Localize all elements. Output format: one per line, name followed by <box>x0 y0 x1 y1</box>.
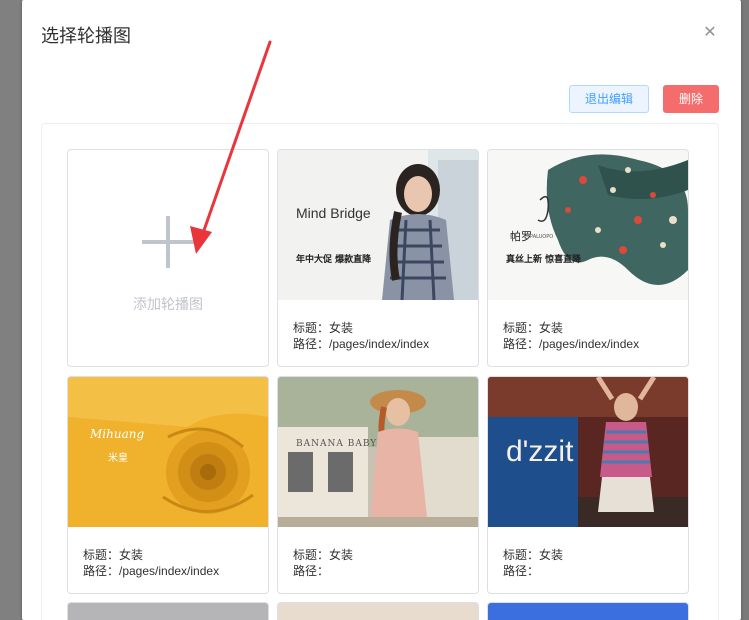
select-carousel-dialog: 选择轮播图 ✕ 退出编辑 删除 添加轮播图 Mind Bridge 年中大促 爆… <box>22 0 741 620</box>
close-icon[interactable]: ✕ <box>702 24 718 40</box>
add-carousel-card[interactable]: 添加轮播图 <box>67 149 269 367</box>
carousel-image: Mihuang 米皇 <box>68 377 268 527</box>
card-meta: 标题：女装 路径： <box>293 547 353 579</box>
brand-text: d'zzit <box>506 435 574 468</box>
carousel-card[interactable]: d'zzit 标题：女装 路径： <box>487 376 689 594</box>
card-path: 路径：/pages/index/index <box>293 337 430 351</box>
card-path: 路径：/pages/index/index <box>503 337 640 351</box>
card-title: 标题：女装 <box>293 321 354 335</box>
carousel-card[interactable]: 帕罗 PALUOPO 真丝上新 惊喜直降 标题：女装 路径：/pages/ind… <box>487 149 689 367</box>
dialog-title: 选择轮播图 <box>41 26 131 47</box>
brand-subtext: PALUOPO <box>530 234 554 240</box>
carousel-image: BANANA BABY <box>278 377 478 527</box>
carousel-card[interactable]: Mind Bridge 年中大促 爆款直降 标题：女装 路径：/pages/in… <box>277 149 479 367</box>
carousel-card[interactable] <box>277 602 479 620</box>
card-path: 路径： <box>503 564 540 578</box>
background-edge <box>741 0 749 620</box>
card-meta: 标题：女装 路径：/pages/index/index <box>503 320 639 352</box>
brand-text: Mind Bridge <box>296 205 371 221</box>
brand-text: Mihuang <box>90 427 145 441</box>
add-carousel-label: 添加轮播图 <box>133 297 203 313</box>
brand-cn-text: 米皇 <box>108 453 128 464</box>
card-meta: 标题：女装 路径：/pages/index/index <box>293 320 429 352</box>
carousel-image: d'zzit <box>488 377 688 527</box>
card-title: 标题：女装 <box>83 548 144 562</box>
promo-text: 年中大促 爆款直降 <box>296 255 372 265</box>
delete-button[interactable]: 删除 <box>663 85 719 113</box>
carousel-card[interactable]: BANANA BABY 标题：女装 路径： <box>277 376 479 594</box>
card-title: 标题：女装 <box>293 548 354 562</box>
exit-edit-button[interactable]: 退出编辑 <box>569 85 649 113</box>
card-path: 路径： <box>293 564 330 578</box>
carousel-card[interactable]: Mihuang 米皇 标题：女装 路径：/pages/index/index <box>67 376 269 594</box>
card-meta: 标题：女装 路径：/pages/index/index <box>83 547 219 579</box>
promo-text: 真丝上新 惊喜直降 <box>506 255 582 265</box>
card-title: 标题：女装 <box>503 548 564 562</box>
carousel-panel: 添加轮播图 Mind Bridge 年中大促 爆款直降 标题：女装 路径：/pa… <box>41 123 719 620</box>
card-meta: 标题：女装 路径： <box>503 547 563 579</box>
brand-text: 帕罗 <box>510 230 532 243</box>
carousel-card[interactable] <box>487 602 689 620</box>
carousel-image: 帕罗 PALUOPO 真丝上新 惊喜直降 <box>488 150 688 300</box>
carousel-image: Mind Bridge 年中大促 爆款直降 <box>278 150 478 300</box>
card-path: 路径：/pages/index/index <box>83 564 220 578</box>
card-title: 标题：女装 <box>503 321 564 335</box>
brand-text: BANANA BABY <box>296 439 378 449</box>
carousel-card[interactable] <box>67 602 269 620</box>
